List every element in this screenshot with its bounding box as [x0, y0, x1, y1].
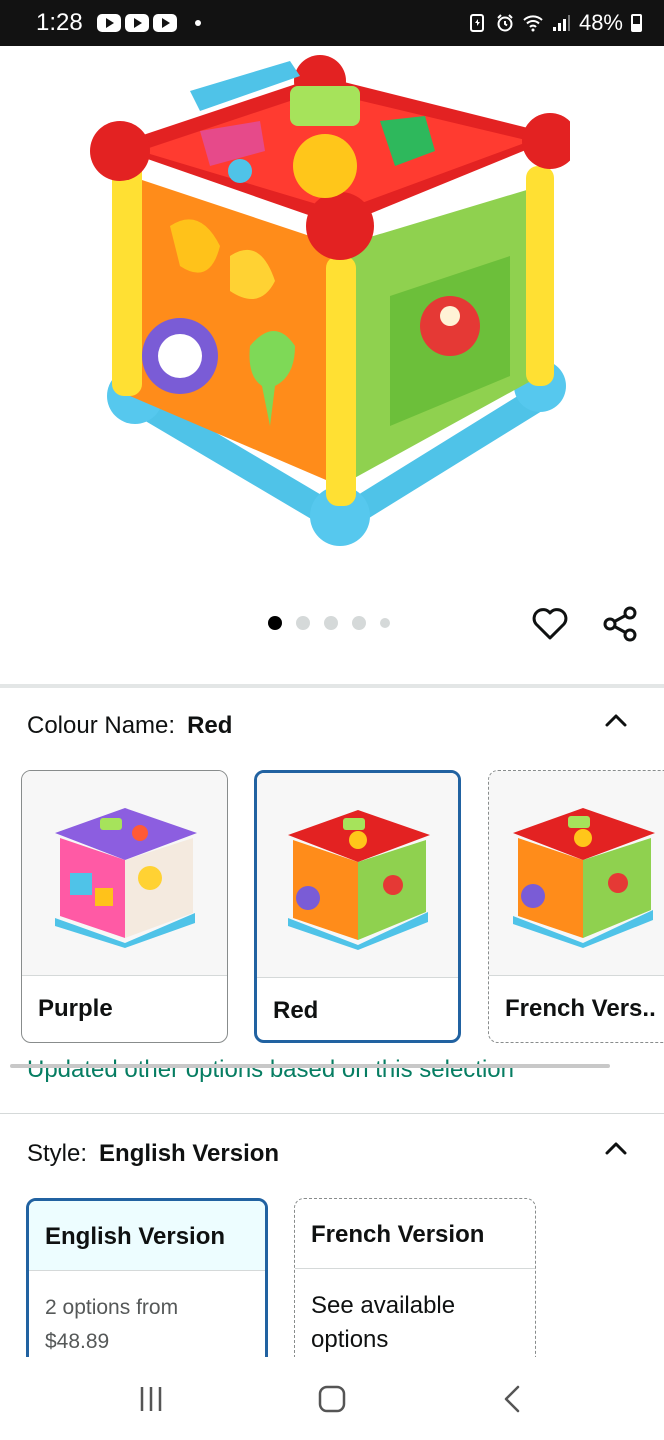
- style-heading: Style: English Version: [27, 1140, 279, 1168]
- colour-option-purple[interactable]: Purple: [21, 770, 228, 1043]
- swatch-label: French Vers..: [505, 995, 656, 1022]
- wishlist-heart-icon[interactable]: [530, 604, 570, 644]
- french-cube-thumbnail: [513, 808, 655, 948]
- system-navigation-bar: [0, 1357, 664, 1440]
- colour-option-red[interactable]: Red: [254, 770, 461, 1043]
- battery-percent: 48%: [578, 10, 623, 35]
- pagination-dot[interactable]: [352, 616, 366, 630]
- home-button[interactable]: [312, 1379, 352, 1419]
- product-image: [90, 55, 570, 546]
- style-option-line: See available: [311, 1292, 456, 1319]
- colour-selected-value: Red: [187, 712, 233, 739]
- purple-cube-thumbnail: [54, 808, 197, 948]
- status-time: 1:28: [36, 9, 83, 36]
- recent-apps-button[interactable]: [131, 1379, 171, 1419]
- battery-icon: [631, 14, 642, 32]
- youtube-notification-icon: [124, 14, 149, 32]
- colour-label: Colour Name:: [27, 712, 176, 739]
- style-option-title: English Version: [29, 1201, 265, 1271]
- recent-apps-icon: [140, 1386, 161, 1411]
- pagination-dot[interactable]: [268, 616, 282, 630]
- style-label: Style:: [27, 1140, 88, 1167]
- red-cube-thumbnail: [287, 810, 430, 950]
- pagination-dot[interactable]: [380, 618, 390, 628]
- style-option-title: French Version: [295, 1199, 535, 1269]
- image-pagination-dots: [268, 616, 390, 630]
- style-option-line: 2 options from: [45, 1296, 179, 1319]
- section-divider: [0, 1113, 664, 1114]
- pagination-dot[interactable]: [324, 616, 338, 630]
- update-message: Updated other options based on this sele…: [27, 1056, 514, 1083]
- swatch-image: [489, 771, 664, 976]
- signal-icon: [552, 15, 570, 31]
- home-icon: [318, 1385, 346, 1412]
- data-saver-icon: [469, 14, 484, 32]
- pagination-dot[interactable]: [296, 616, 310, 630]
- alarm-icon: [497, 14, 513, 32]
- wifi-icon: [523, 15, 543, 32]
- style-option-line: options: [311, 1326, 389, 1353]
- swatch-label: Red: [273, 997, 319, 1024]
- section-divider: [0, 684, 664, 688]
- youtube-notification-icon: [96, 14, 121, 32]
- swatch-image: [22, 771, 227, 976]
- product-image-gallery[interactable]: [0, 46, 664, 686]
- style-option-line: $48.89: [45, 1330, 110, 1353]
- horizontal-scrollbar[interactable]: [10, 1064, 610, 1068]
- youtube-notification-icon: [152, 14, 177, 32]
- back-button[interactable]: [493, 1379, 533, 1419]
- colour-option-french[interactable]: French Vers..: [488, 770, 664, 1043]
- swatch-image: [257, 773, 458, 978]
- chevron-up-icon[interactable]: [604, 708, 628, 732]
- more-notifications-icon: [194, 20, 201, 26]
- chevron-up-icon[interactable]: [604, 1136, 628, 1160]
- share-icon[interactable]: [600, 604, 640, 644]
- status-bar: 1:28 48%: [0, 0, 664, 46]
- style-selected-value: English Version: [99, 1140, 280, 1167]
- swatch-label: Purple: [38, 995, 113, 1022]
- colour-name-heading: Colour Name: Red: [27, 712, 232, 740]
- back-icon: [505, 1385, 520, 1412]
